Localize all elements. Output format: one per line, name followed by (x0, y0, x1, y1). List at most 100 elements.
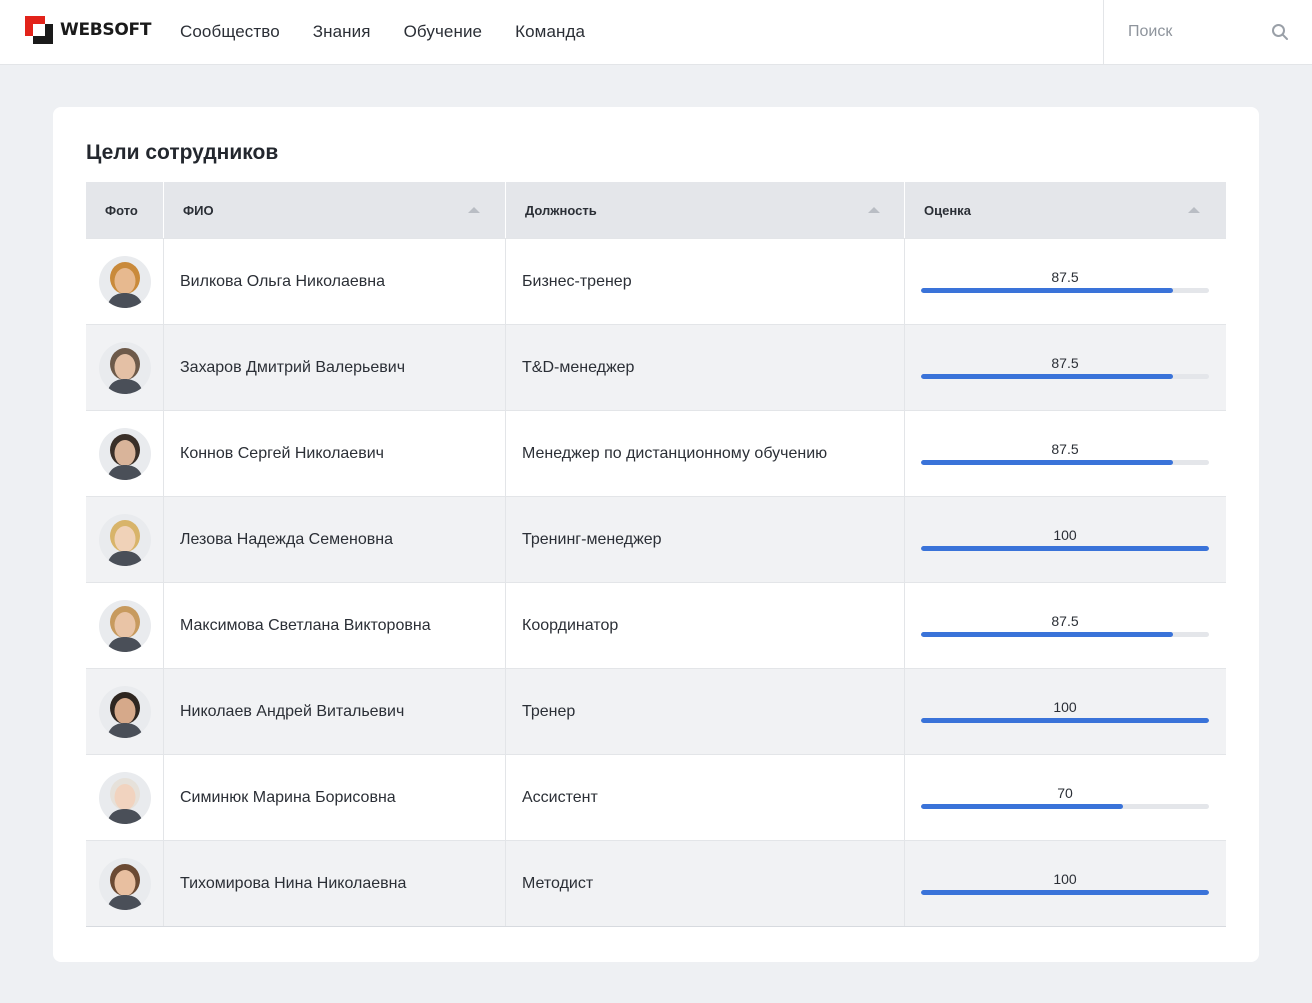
position-cell: Менеджер по дистанционному обучению (506, 411, 905, 496)
avatar[interactable] (98, 427, 151, 480)
table-row[interactable]: Захаров Дмитрий Валерьевич T&D-менеджер 87… (86, 324, 1226, 410)
employee-position: Бизнес-тренер (522, 272, 632, 290)
employee-name-cell: Николаев Андрей Витальевич (164, 669, 506, 754)
score-progress-bar (921, 374, 1209, 379)
sort-asc-icon[interactable] (468, 207, 480, 213)
column-header-name-label: ФИО (183, 202, 214, 218)
search-input[interactable] (1128, 20, 1268, 44)
photo-cell (86, 411, 164, 496)
score-progress-fill (921, 546, 1209, 551)
table-row[interactable]: Тихомирова Нина Николаевна Методист 100 (86, 840, 1226, 926)
position-cell: Тренинг-менеджер (506, 497, 905, 582)
score-progress-bar (921, 718, 1209, 723)
employee-goals-card: Цели сотрудников Фото ФИО Должность Оцен… (53, 107, 1259, 962)
score-cell: 100 (905, 669, 1226, 754)
nav-item-knowledge[interactable]: Знания (313, 22, 371, 42)
sort-asc-icon[interactable] (868, 207, 880, 213)
employee-name[interactable]: Захаров Дмитрий Валерьевич (180, 359, 405, 377)
avatar[interactable] (98, 771, 151, 824)
employee-name[interactable]: Вилкова Ольга Николаевна (180, 273, 385, 291)
position-cell: Тренер (506, 669, 905, 754)
score-value: 87.5 (1051, 269, 1079, 285)
column-header-position[interactable]: Должность (506, 182, 905, 238)
avatar[interactable] (98, 857, 151, 910)
employee-name-cell: Максимова Светлана Викторовна (164, 583, 506, 668)
score-progress-bar (921, 890, 1209, 895)
table-row[interactable]: Максимова Светлана Викторовна Координатор… (86, 582, 1226, 668)
score-cell: 87.5 (905, 239, 1226, 324)
employee-name-cell: Вилкова Ольга Николаевна (164, 239, 506, 324)
avatar[interactable] (98, 255, 151, 308)
sort-asc-icon[interactable] (1188, 207, 1200, 213)
employee-position: Ассистент (522, 788, 598, 806)
position-cell: Координатор (506, 583, 905, 668)
nav-item-team[interactable]: Команда (515, 22, 585, 42)
top-navigation-bar: WEBSOFT Сообщество Знания Обучение Коман… (0, 0, 1312, 65)
employee-name-cell: Тихомирова Нина Николаевна (164, 841, 506, 926)
nav-item-community[interactable]: Сообщество (180, 22, 280, 42)
employee-position: Методист (522, 874, 594, 892)
table-row[interactable]: Коннов Сергей Николаевич Менеджер по дист… (86, 410, 1226, 496)
score-progress-fill (921, 718, 1209, 723)
employee-name[interactable]: Николаев Андрей Витальевич (180, 703, 404, 721)
table-header: Фото ФИО Должность Оценка (86, 182, 1226, 238)
employee-name[interactable]: Максимова Светлана Викторовна (180, 617, 431, 635)
score-progress-fill (921, 374, 1173, 379)
photo-cell (86, 497, 164, 582)
employee-position: Тренер (522, 702, 576, 720)
table-row[interactable]: Николаев Андрей Витальевич Тренер 100 (86, 668, 1226, 754)
main-nav: Сообщество Знания Обучение Команда (180, 0, 618, 64)
column-header-position-label: Должность (525, 202, 597, 218)
employee-name-cell: Лезова Надежда Семеновна (164, 497, 506, 582)
avatar[interactable] (98, 341, 151, 394)
score-progress-fill (921, 890, 1209, 895)
score-cell: 100 (905, 841, 1226, 926)
score-value: 100 (1053, 871, 1077, 887)
column-header-score[interactable]: Оценка (905, 182, 1226, 238)
employee-name[interactable]: Тихомирова Нина Николаевна (180, 875, 406, 893)
score-progress-bar (921, 288, 1209, 293)
column-header-photo-label: Фото (105, 202, 138, 218)
employee-name[interactable]: Лезова Надежда Семеновна (180, 531, 393, 549)
photo-cell (86, 841, 164, 926)
position-cell: Бизнес-тренер (506, 239, 905, 324)
page-title: Цели сотрудников (86, 141, 279, 164)
score-progress-bar (921, 804, 1209, 809)
employee-name[interactable]: Симинюк Марина Борисовна (180, 789, 396, 807)
score-value: 87.5 (1051, 441, 1079, 457)
position-cell: Ассистент (506, 755, 905, 840)
score-progress-bar (921, 546, 1209, 551)
score-progress-fill (921, 460, 1173, 465)
score-progress-fill (921, 804, 1123, 809)
column-header-photo: Фото (86, 182, 164, 238)
table-row[interactable]: Вилкова Ольга Николаевна Бизнес-тренер 87.… (86, 238, 1226, 324)
employee-position: Менеджер по дистанционному обучению (522, 444, 828, 462)
score-value: 87.5 (1051, 355, 1079, 371)
nav-item-learning[interactable]: Обучение (404, 22, 483, 42)
avatar[interactable] (98, 599, 151, 652)
column-header-name[interactable]: ФИО (164, 182, 506, 238)
employee-name[interactable]: Коннов Сергей Николаевич (180, 445, 384, 463)
search-icon[interactable] (1271, 23, 1289, 41)
score-progress-bar (921, 632, 1209, 637)
avatar[interactable] (98, 513, 151, 566)
score-cell: 87.5 (905, 411, 1226, 496)
score-value: 100 (1053, 699, 1077, 715)
table-row[interactable]: Симинюк Марина Борисовна Ассистент 70 (86, 754, 1226, 840)
score-progress-fill (921, 288, 1173, 293)
score-cell: 87.5 (905, 583, 1226, 668)
employee-name-cell: Коннов Сергей Николаевич (164, 411, 506, 496)
score-progress-bar (921, 460, 1209, 465)
photo-cell (86, 325, 164, 410)
score-value: 87.5 (1051, 613, 1079, 629)
employee-position: T&D-менеджер (522, 358, 635, 376)
score-value: 70 (1057, 785, 1073, 801)
table-row[interactable]: Лезова Надежда Семеновна Тренинг-менеджер… (86, 496, 1226, 582)
employee-position: Тренинг-менеджер (522, 530, 662, 548)
photo-cell (86, 755, 164, 840)
photo-cell (86, 669, 164, 754)
websoft-logo[interactable]: WEBSOFT (25, 16, 151, 44)
score-cell: 70 (905, 755, 1226, 840)
avatar[interactable] (98, 685, 151, 738)
photo-cell (86, 583, 164, 668)
